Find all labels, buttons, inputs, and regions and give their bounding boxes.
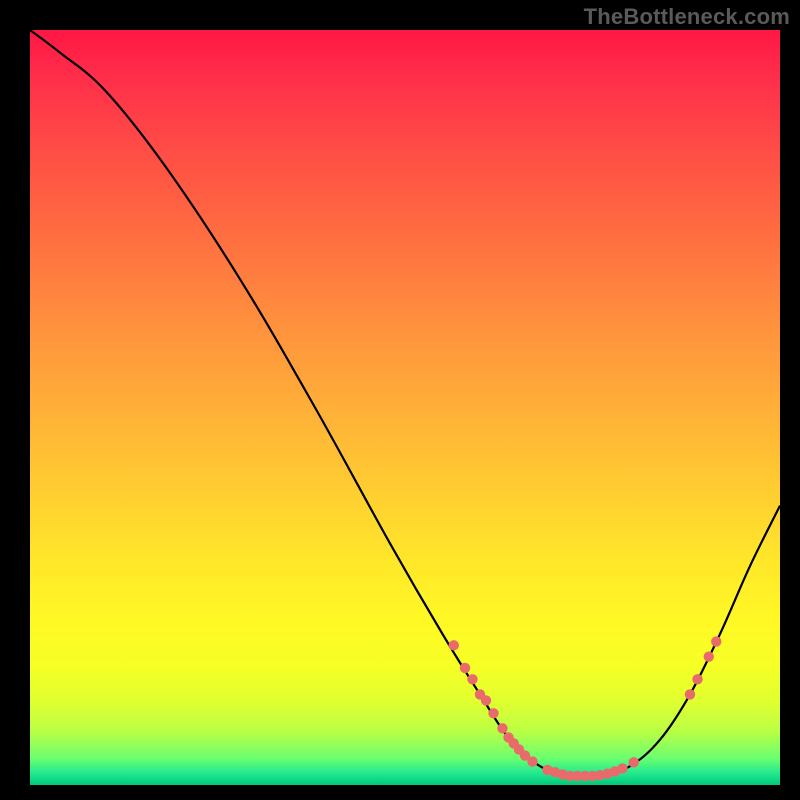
data-marker: [629, 757, 639, 767]
data-marker: [617, 763, 627, 773]
data-marker: [467, 674, 477, 684]
data-marker: [527, 756, 537, 766]
watermark-text: TheBottleneck.com: [584, 4, 790, 30]
data-marker: [692, 674, 702, 684]
bottleneck-chart: [0, 0, 800, 800]
chart-container: TheBottleneck.com: [0, 0, 800, 800]
data-marker: [449, 640, 459, 650]
data-marker: [497, 723, 507, 733]
data-marker: [460, 663, 470, 673]
data-marker: [711, 636, 721, 646]
plot-background: [30, 30, 780, 785]
data-marker: [704, 651, 714, 661]
data-marker: [481, 695, 491, 705]
data-marker: [488, 708, 498, 718]
data-marker: [685, 689, 695, 699]
